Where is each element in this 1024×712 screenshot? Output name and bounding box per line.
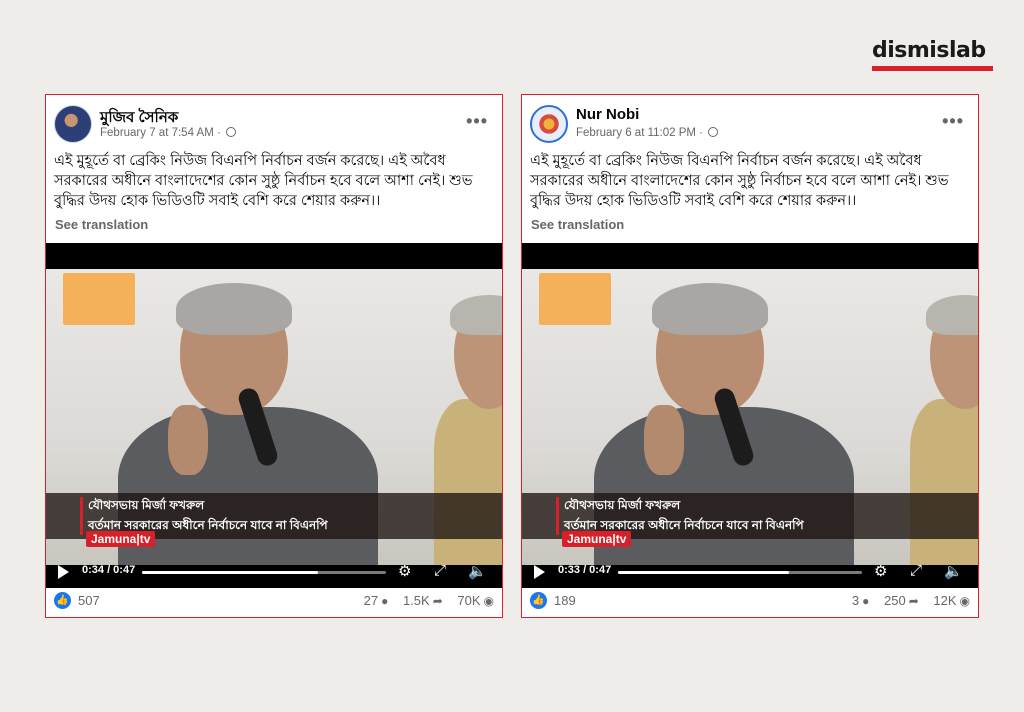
globe-icon <box>708 127 719 137</box>
post-stats: 3 ● 250 ➦ 12K ◉ <box>849 593 970 608</box>
caption-line-1: যৌথসভায় মির্জা ফখরুল <box>88 498 205 512</box>
like-icon[interactable]: 👍 <box>530 592 547 609</box>
facebook-post-card: Nur Nobi February 6 at 11:02 PM · ••• এই… <box>521 94 979 618</box>
post-timestamp[interactable]: February 6 at 11:02 PM <box>576 127 696 139</box>
video-player[interactable]: যৌথসভায় মির্জা ফখরুল বর্তমান সরকারের অধ… <box>522 243 978 588</box>
scrubber-fill <box>142 571 318 574</box>
settings-icon[interactable]: ⚙ <box>398 562 411 580</box>
video-scrubber[interactable] <box>618 571 862 574</box>
see-translation-link[interactable]: See translation <box>531 217 624 232</box>
share-count[interactable]: 1.5K <box>403 593 430 608</box>
fullscreen-icon[interactable]: ⤢ <box>434 562 446 579</box>
view-count: 12K <box>933 593 957 608</box>
eye-icon: ◉ <box>483 594 494 608</box>
globe-icon <box>226 127 237 137</box>
share-icon: ➦ <box>908 594 919 608</box>
see-translation-link[interactable]: See translation <box>55 217 148 232</box>
avatar[interactable] <box>54 105 92 143</box>
video-time: 0:33 / 0:47 <box>558 564 612 576</box>
channel-logo: Jamuna|tv <box>86 531 156 547</box>
settings-icon[interactable]: ⚙ <box>874 562 887 580</box>
channel-logo: Jamuna|tv <box>562 531 632 547</box>
eye-icon: ◉ <box>959 594 970 608</box>
post-footer: 👍 189 3 ● 250 ➦ 12K ◉ <box>530 591 970 611</box>
author-name[interactable]: Nur Nobi <box>576 106 639 123</box>
comment-count[interactable]: 3 <box>852 593 859 608</box>
post-meta: February 7 at 7:54 AM · <box>100 127 237 139</box>
fullscreen-icon[interactable]: ⤢ <box>910 562 922 579</box>
post-header: মুজিব সৈনিক February 7 at 7:54 AM · ••• <box>54 105 494 145</box>
video-controls: 0:34 / 0:47 ⚙ ⤢ 🔈 <box>46 562 502 588</box>
comment-icon: ● <box>381 594 389 608</box>
comment-count[interactable]: 27 <box>364 593 378 608</box>
share-icon: ➦ <box>432 594 443 608</box>
facebook-post-card: মুজিব সৈনিক February 7 at 7:54 AM · ••• … <box>45 94 503 618</box>
brand-name: dismislab <box>872 38 986 63</box>
reaction-count[interactable]: 507 <box>78 593 100 608</box>
play-icon[interactable] <box>534 565 545 579</box>
post-header: Nur Nobi February 6 at 11:02 PM · ••• <box>530 105 970 145</box>
video-controls: 0:33 / 0:47 ⚙ ⤢ 🔈 <box>522 562 978 588</box>
video-scrubber[interactable] <box>142 571 386 574</box>
view-count: 70K <box>457 593 481 608</box>
post-timestamp[interactable]: February 7 at 7:54 AM <box>100 127 214 139</box>
post-stats: 27 ● 1.5K ➦ 70K ◉ <box>361 593 494 608</box>
like-icon[interactable]: 👍 <box>54 592 71 609</box>
play-icon[interactable] <box>58 565 69 579</box>
more-options-icon[interactable]: ••• <box>466 111 488 132</box>
share-count[interactable]: 250 <box>884 593 906 608</box>
mute-icon[interactable]: 🔈 <box>944 562 963 580</box>
mute-icon[interactable]: 🔈 <box>468 562 487 580</box>
avatar[interactable] <box>530 105 568 143</box>
caption-line-1: যৌথসভায় মির্জা ফখরুল <box>564 498 681 512</box>
comment-icon: ● <box>862 594 870 608</box>
video-time: 0:34 / 0:47 <box>82 564 136 576</box>
post-text: এই মুহূর্তে বা ব্রেকিং নিউজ বিএনপি নির্ব… <box>530 153 949 209</box>
brand-underline <box>872 66 993 71</box>
video-player[interactable]: যৌথসভায় মির্জা ফখরুল বর্তমান সরকারের অধ… <box>46 243 502 588</box>
more-options-icon[interactable]: ••• <box>942 111 964 132</box>
reaction-count[interactable]: 189 <box>554 593 576 608</box>
scrubber-fill <box>618 571 789 574</box>
post-footer: 👍 507 27 ● 1.5K ➦ 70K ◉ <box>54 591 494 611</box>
post-meta: February 6 at 11:02 PM · <box>576 127 719 139</box>
post-text: এই মুহূর্তে বা ব্রেকিং নিউজ বিএনপি নির্ব… <box>54 153 473 209</box>
brand-logo: dismislab <box>872 38 994 71</box>
